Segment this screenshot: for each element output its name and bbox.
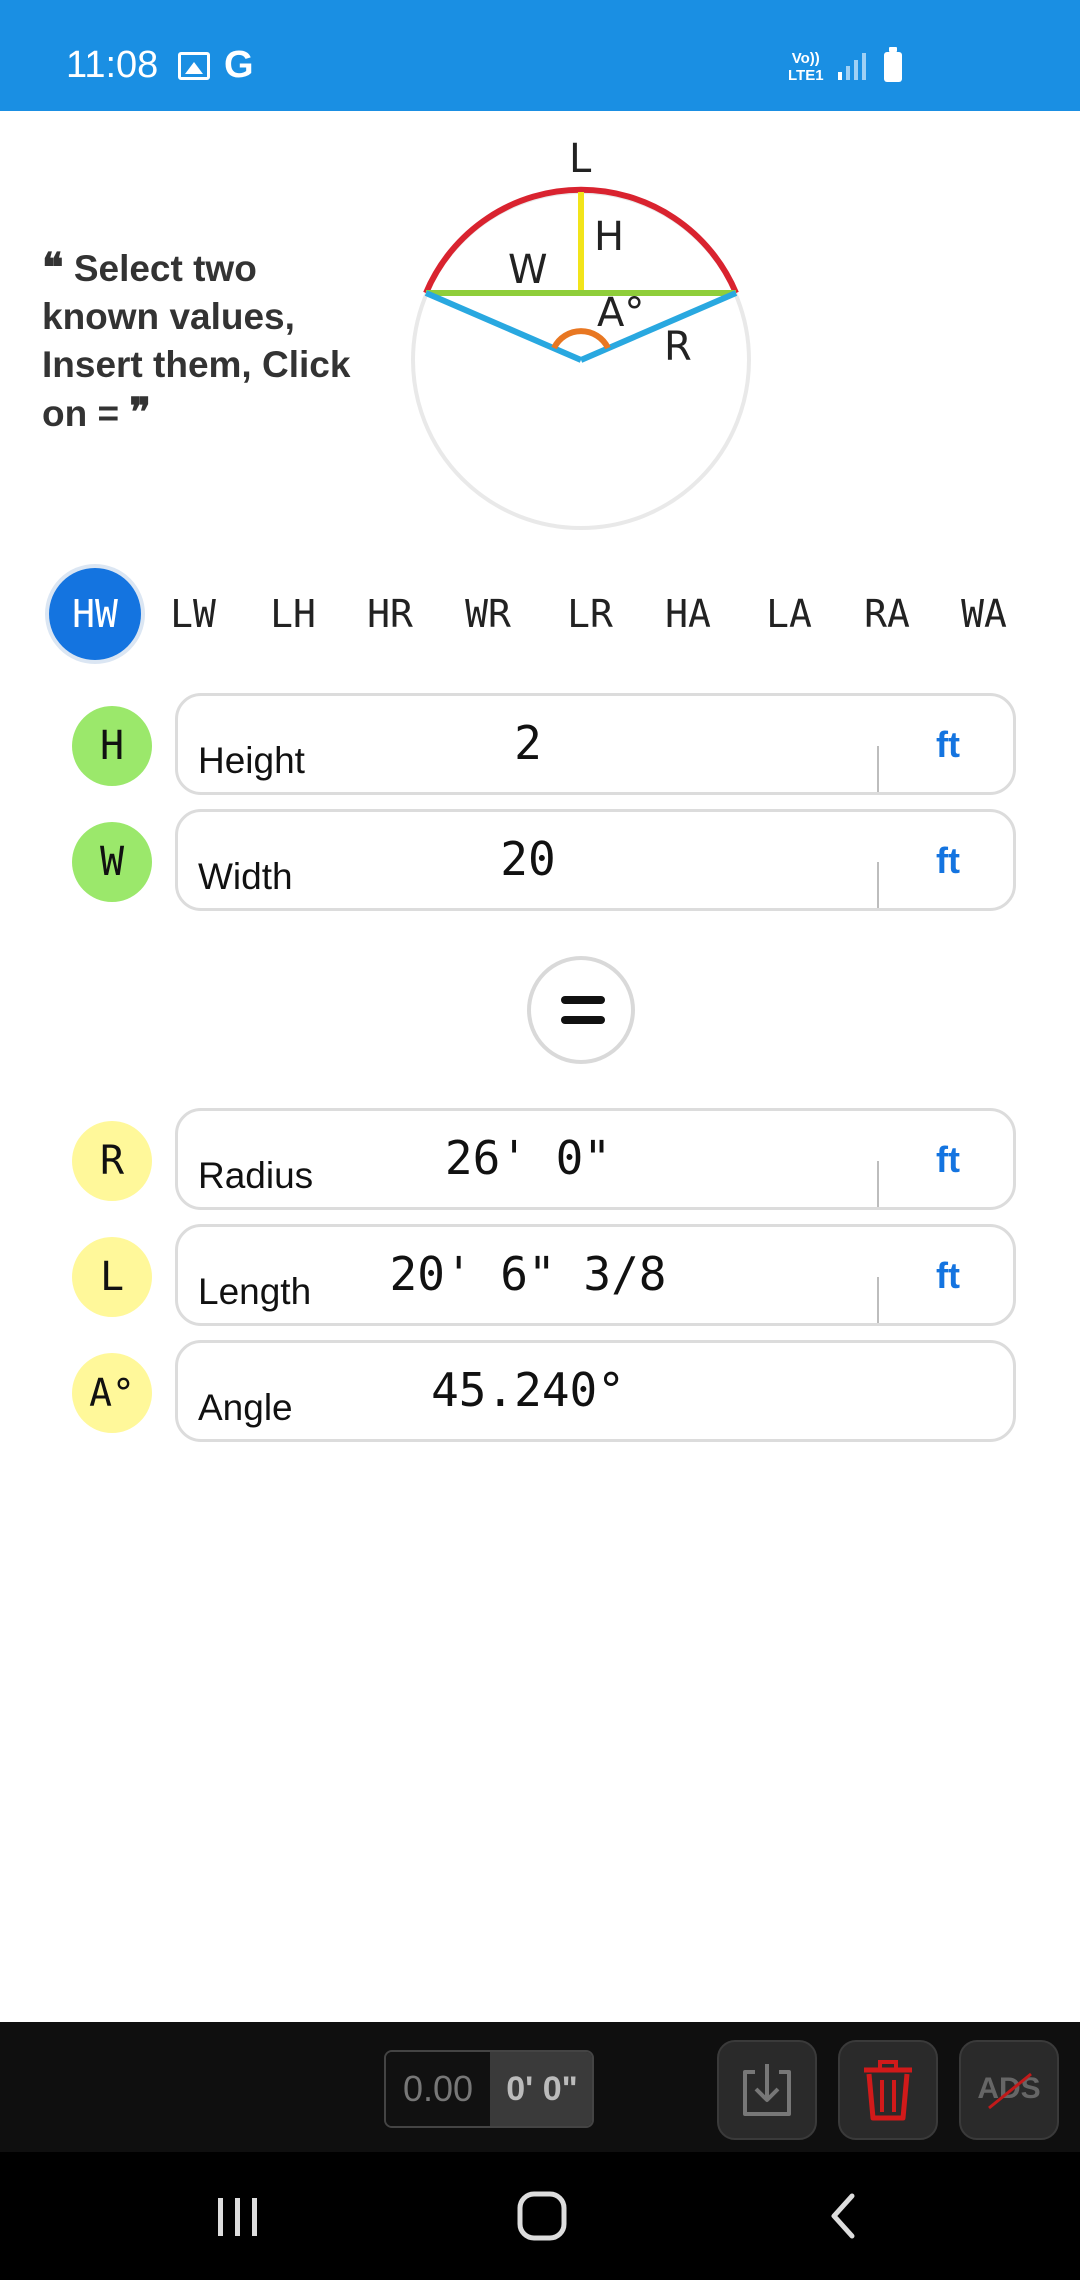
label-r: R — [664, 324, 692, 370]
length-field[interactable]: Length 20' 6" 3/8 ft — [175, 1224, 1016, 1326]
height-field[interactable]: Height 2 ft — [175, 693, 1016, 795]
unit-converter[interactable]: 0.00 0' 0" — [384, 2050, 594, 2128]
label-w: W — [508, 247, 548, 293]
angle-value[interactable]: 45.240° — [178, 1363, 878, 1417]
label-l: L — [569, 136, 592, 182]
no-ads-icon — [988, 2072, 1032, 2110]
save-button[interactable] — [717, 2040, 817, 2140]
angle-badge: A° — [72, 1353, 152, 1433]
clear-button[interactable] — [838, 2040, 938, 2140]
mode-selector: HW LW LH HR WR LR HA LA RA WA — [44, 568, 1044, 660]
battery-icon — [884, 47, 902, 82]
radius-field[interactable]: Radius 26' 0" ft — [175, 1108, 1016, 1210]
mode-lh[interactable]: LH — [247, 568, 339, 660]
radius-unit-button[interactable]: ft — [878, 1139, 1018, 1181]
open-quote-icon: ❝ — [42, 244, 64, 291]
feet-inches-value[interactable]: 0' 0" — [490, 2052, 592, 2126]
status-bar: 11:08 G Vo)) LTE1 — [0, 0, 1080, 111]
volte-text: Vo)) — [791, 50, 820, 67]
calculate-button[interactable] — [527, 956, 635, 1064]
remove-ads-button[interactable]: ADS — [959, 2040, 1059, 2140]
height-value[interactable]: 2 — [178, 716, 878, 770]
signal-icon — [838, 53, 866, 80]
home-icon[interactable] — [512, 2188, 572, 2244]
mode-ra[interactable]: RA — [841, 568, 933, 660]
mode-hr[interactable]: HR — [344, 568, 436, 660]
length-badge: L — [72, 1237, 152, 1317]
google-icon: G — [224, 44, 254, 86]
volte-icon: Vo)) LTE1 — [788, 50, 824, 84]
mode-lw[interactable]: LW — [147, 568, 239, 660]
width-unit-button[interactable]: ft — [878, 840, 1018, 882]
arc-diagram: L H W A° R — [411, 136, 751, 530]
mode-wa[interactable]: WA — [938, 568, 1030, 660]
label-h: H — [594, 214, 624, 260]
mode-ha[interactable]: HA — [642, 568, 734, 660]
recents-icon[interactable] — [210, 2190, 266, 2242]
equals-icon-bar — [561, 1016, 605, 1024]
height-unit-button[interactable]: ft — [878, 724, 1018, 766]
length-value[interactable]: 20' 6" 3/8 — [178, 1247, 878, 1301]
save-icon — [743, 2064, 791, 2116]
lte-text: LTE1 — [788, 67, 824, 84]
decimal-value[interactable]: 0.00 — [386, 2052, 490, 2126]
width-value[interactable]: 20 — [178, 832, 878, 886]
label-a: A° — [597, 290, 644, 336]
width-badge: W — [72, 822, 152, 902]
instruction-hint: ❝ Select two known values, Insert them, … — [42, 244, 362, 438]
trash-icon — [864, 2060, 912, 2121]
angle-field[interactable]: Angle 45.240° — [175, 1340, 1016, 1442]
width-field[interactable]: Width 20 ft — [175, 809, 1016, 911]
height-badge: H — [72, 706, 152, 786]
bottom-toolbar: 0.00 0' 0" ADS — [0, 2022, 1080, 2152]
status-time: 11:08 — [66, 44, 159, 86]
radius-badge: R — [72, 1121, 152, 1201]
mode-lr[interactable]: LR — [544, 568, 636, 660]
length-unit-button[interactable]: ft — [878, 1255, 1018, 1297]
gallery-icon — [178, 52, 210, 80]
close-quote-icon: ❞ — [129, 389, 151, 436]
hint-text: Select two known values, Insert them, Cl… — [42, 248, 351, 434]
mode-la[interactable]: LA — [743, 568, 835, 660]
system-nav-bar — [0, 2152, 1080, 2280]
radius-value[interactable]: 26' 0" — [178, 1131, 878, 1185]
mode-hw[interactable]: HW — [49, 568, 141, 660]
mode-wr[interactable]: WR — [442, 568, 534, 660]
back-icon[interactable] — [820, 2190, 870, 2242]
equals-icon — [561, 996, 605, 1004]
radius-line-left — [424, 290, 583, 363]
